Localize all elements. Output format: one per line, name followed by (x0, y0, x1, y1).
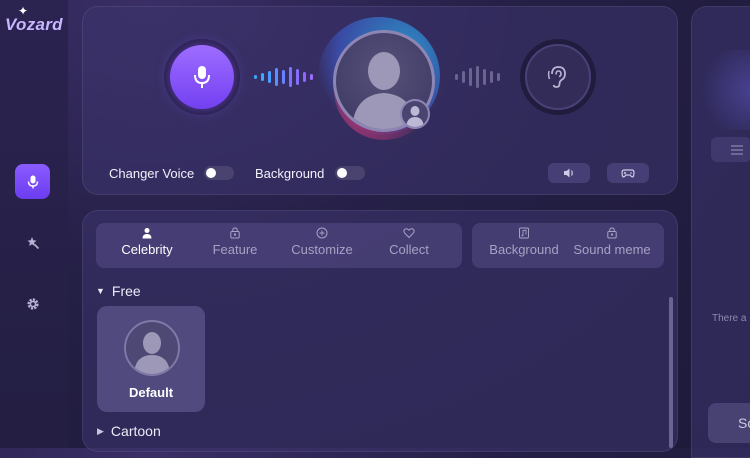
secondary-voice-avatar[interactable] (400, 99, 430, 129)
tab-celebrity[interactable]: Celebrity (107, 227, 187, 263)
plus-circle-icon (316, 227, 328, 239)
listen-button-ring (520, 39, 596, 115)
tab-feature[interactable]: Feature (195, 227, 275, 263)
free-section-header[interactable]: ▼ Free (96, 283, 141, 299)
tab-sound-meme[interactable]: Sound meme (572, 227, 652, 263)
microphone-icon (194, 66, 210, 88)
sidebar: ✦ Vozard (0, 0, 68, 448)
background-label: Background (255, 166, 325, 181)
background-toggle[interactable] (335, 166, 365, 180)
music-note-icon (519, 227, 529, 239)
section-label: Free (111, 283, 141, 299)
microphone-button[interactable] (170, 45, 234, 109)
speaker-icon (564, 168, 573, 178)
input-waveform (254, 64, 313, 90)
section-label: Cartoon (110, 423, 161, 439)
tab-collect[interactable]: Collect (369, 227, 449, 263)
voice-avatar (124, 320, 180, 376)
lock-icon (230, 227, 240, 239)
sliders-icon (731, 145, 743, 155)
heart-icon (403, 228, 415, 239)
person-icon (142, 228, 152, 239)
tab-label: Background (489, 242, 559, 257)
tab-label: Celebrity (121, 242, 173, 257)
voice-list-scrollbar[interactable] (669, 297, 673, 448)
lock-icon (607, 227, 617, 239)
gear-icon (26, 297, 39, 310)
sidebar-settings-button[interactable] (15, 286, 50, 321)
sidebar-voice-changer-button[interactable] (15, 164, 50, 199)
tab-label: Feature (212, 242, 258, 257)
output-waveform (455, 64, 500, 90)
right-panel-button[interactable]: So (708, 403, 750, 443)
toggle-knob (337, 168, 347, 178)
tab-label: Sound meme (573, 242, 651, 257)
changer-voice-toggle[interactable] (204, 166, 234, 180)
sidebar-effects-button[interactable] (15, 225, 50, 260)
tab-background[interactable]: Background (484, 227, 564, 263)
voice-card-label: Default (128, 385, 174, 400)
gamepad-icon (621, 169, 635, 178)
app-logo: Vozard (5, 15, 63, 34)
person-silhouette-icon (406, 106, 424, 127)
right-panel-filter-button[interactable] (711, 137, 750, 162)
person-silhouette-icon (134, 332, 170, 374)
volume-button[interactable] (548, 163, 590, 183)
right-panel-empty-text: There a (712, 313, 747, 324)
microphone-button-ring (164, 39, 240, 115)
tab-label: Collect (389, 242, 429, 257)
right-panel-glow (690, 50, 750, 130)
caret-right-icon: ▶ (97, 425, 104, 436)
changer-voice-label: Changer Voice (109, 166, 195, 181)
ear-icon (547, 66, 566, 88)
voice-card-default[interactable]: Default (97, 306, 205, 412)
caret-down-icon: ▼ (96, 286, 105, 296)
magic-wand-icon (27, 236, 39, 249)
listen-button[interactable] (525, 44, 591, 110)
tab-customize[interactable]: Customize (282, 227, 362, 263)
cartoon-section-header[interactable]: ▶ Cartoon (97, 423, 161, 439)
game-mode-button[interactable] (607, 163, 649, 183)
toggle-knob (206, 168, 216, 178)
microphone-icon (27, 175, 38, 188)
tab-label: Customize (291, 242, 353, 257)
